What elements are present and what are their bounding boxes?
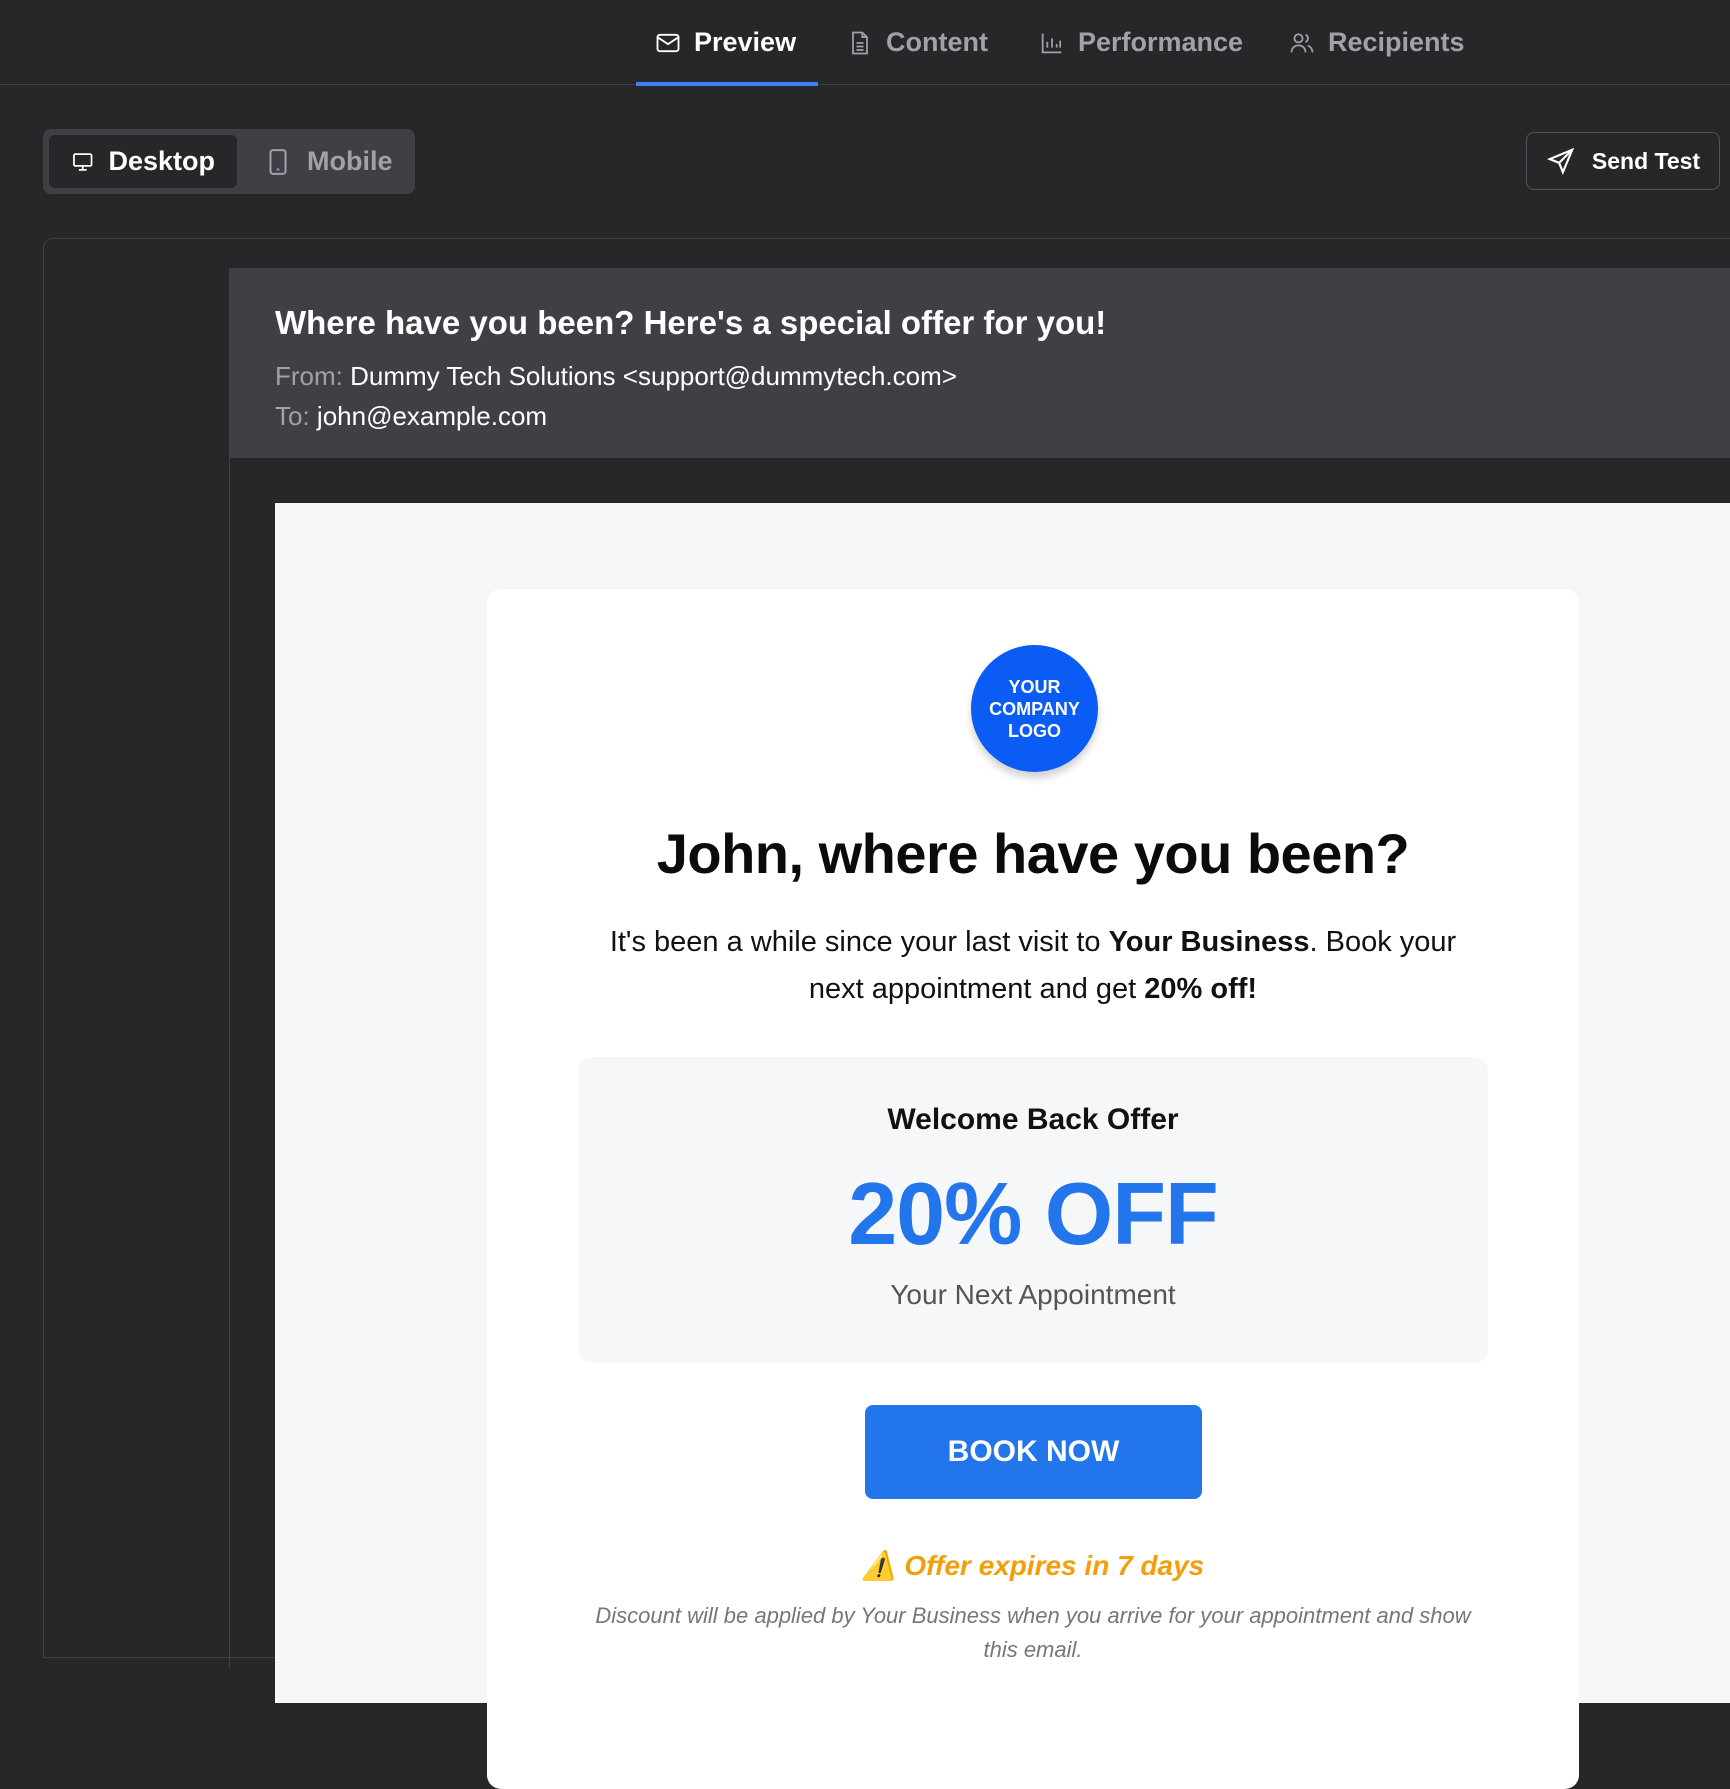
monitor-icon xyxy=(73,152,93,171)
tab-recipients[interactable]: Recipients xyxy=(1288,0,1465,85)
offer-value: 20% OFF xyxy=(848,1164,1219,1263)
email-body-canvas: YOUR COMPANY LOGO John, where have you b… xyxy=(275,503,1730,1789)
email-card: YOUR COMPANY LOGO John, where have you b… xyxy=(487,589,1579,1789)
mobile-toggle-button[interactable]: Mobile xyxy=(241,135,415,188)
company-logo: YOUR COMPANY LOGO xyxy=(971,645,1098,772)
to-label: To: xyxy=(275,401,310,431)
device-view-toggle: Desktop Mobile xyxy=(43,129,415,194)
desktop-toggle-button[interactable]: Desktop xyxy=(49,135,237,188)
to-value: john@example.com xyxy=(316,401,548,431)
bar-chart-icon xyxy=(1041,33,1062,53)
send-test-label: Send Test xyxy=(1591,147,1701,174)
email-headline: John, where have you been? xyxy=(656,822,1410,885)
document-icon xyxy=(852,31,868,54)
top-tab-bar: Preview Content Performance Recipients xyxy=(0,0,1730,86)
book-now-button[interactable]: BOOK NOW xyxy=(865,1405,1202,1499)
to-line: To: john@example.com xyxy=(275,396,1695,436)
discount-highlight: 20% off! xyxy=(1144,973,1258,1005)
offer-box: Welcome Back Offer 20% OFF Your Next App… xyxy=(578,1057,1488,1363)
intro-text: It's been a while since your last visit … xyxy=(609,926,1109,958)
intro-paragraph: It's been a while since your last visit … xyxy=(587,919,1479,1013)
disclaimer-text: Discount will be applied by Your Busines… xyxy=(595,1603,1471,1662)
from-label: From: xyxy=(275,361,343,391)
smartphone-icon xyxy=(269,148,287,175)
offer-expiry-notice: ⚠️ Offer expires in 7 days xyxy=(861,1550,1205,1581)
tab-performance[interactable]: Performance xyxy=(1038,0,1243,85)
business-name: Your Business xyxy=(1108,926,1310,958)
send-icon xyxy=(1546,147,1575,176)
from-line: From: Dummy Tech Solutions <support@dumm… xyxy=(275,356,1695,396)
send-test-button[interactable]: Send Test xyxy=(1526,132,1720,190)
desktop-label: Desktop xyxy=(108,146,215,176)
tab-label: Performance xyxy=(1078,27,1244,57)
offer-title: Welcome Back Offer xyxy=(887,1103,1179,1136)
from-value: Dummy Tech Solutions <support@dummytech.… xyxy=(350,361,957,391)
email-header: Where have you been? Here's a special of… xyxy=(230,268,1730,458)
email-preview: Where have you been? Here's a special of… xyxy=(229,268,1730,1789)
offer-subtitle: Your Next Appointment xyxy=(890,1279,1176,1310)
tab-label: Preview xyxy=(694,27,797,57)
tab-preview[interactable]: Preview xyxy=(635,0,819,86)
tab-content[interactable]: Content xyxy=(846,0,988,85)
tab-label: Recipients xyxy=(1328,27,1465,57)
tab-label: Content xyxy=(886,27,988,57)
mobile-label: Mobile xyxy=(307,146,393,176)
email-subject: Where have you been? Here's a special of… xyxy=(275,304,1107,341)
users-icon xyxy=(1290,32,1314,52)
mail-icon xyxy=(656,33,680,52)
